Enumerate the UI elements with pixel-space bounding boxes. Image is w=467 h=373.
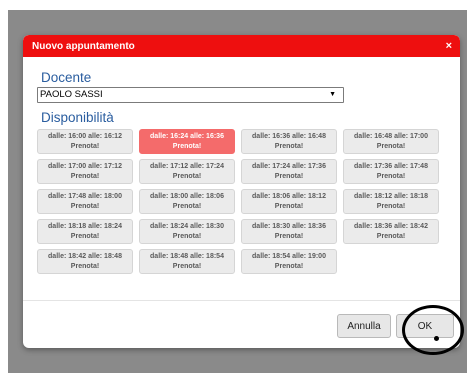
new-appointment-dialog: Nuovo appuntamento × Docente PAOLO SASSI… [23,35,460,348]
slot-action: Prenota! [172,262,202,270]
slot-time: dalle: 16:48 alle: 17:00 [354,133,428,140]
dialog-title-bar: Nuovo appuntamento × [23,35,460,57]
slot-time: dalle: 18:18 alle: 18:24 [48,223,122,230]
slot-action: Prenota! [172,202,202,210]
slot-time: dalle: 17:24 alle: 17:36 [252,163,326,170]
slot-action: Prenota! [376,172,406,180]
slot-action: Prenota! [70,232,100,240]
slot-button[interactable]: dalle: 17:48 alle: 18:00 Prenota! [37,189,133,214]
slot-action: Prenota! [70,202,100,210]
slot-button[interactable]: dalle: 18:30 alle: 18:36 Prenota! [241,219,337,244]
slot-button[interactable]: dalle: 18:24 alle: 18:30 Prenota! [139,219,235,244]
slot-grid: dalle: 16:00 alle: 16:12 Prenota! dalle: 1… [37,129,446,274]
dialog-body: Docente PAOLO SASSI ▼ Disponibilità dall… [23,70,460,274]
slot-button[interactable]: dalle: 17:00 alle: 17:12 Prenota! [37,159,133,184]
slot-time: dalle: 18:48 alle: 18:54 [150,253,224,260]
dropdown-arrow-icon: ▼ [329,91,336,98]
cursor-icon [434,336,439,341]
slot-action: Prenota! [172,172,202,180]
slot-action: Prenota! [172,142,202,150]
slot-action: Prenota! [70,172,100,180]
slot-action: Prenota! [376,142,406,150]
slot-button[interactable]: dalle: 16:36 alle: 16:48 Prenota! [241,129,337,154]
slot-button[interactable]: dalle: 17:12 alle: 17:24 Prenota! [139,159,235,184]
slot-button[interactable]: dalle: 18:36 alle: 18:42 Prenota! [343,219,439,244]
slot-button[interactable]: dalle: 18:12 alle: 18:18 Prenota! [343,189,439,214]
slot-action: Prenota! [70,262,100,270]
docente-select[interactable]: PAOLO SASSI ▼ [37,87,344,103]
slot-time: dalle: 18:54 alle: 19:00 [252,253,326,260]
slot-button[interactable]: dalle: 17:24 alle: 17:36 Prenota! [241,159,337,184]
slot-button[interactable]: dalle: 18:00 alle: 18:06 Prenota! [139,189,235,214]
highlight-circle-annotation [402,305,464,355]
disponibilita-label: Disponibilità [41,110,114,125]
cancel-button[interactable]: Annulla [337,314,391,338]
slot-time: dalle: 18:30 alle: 18:36 [252,223,326,230]
docente-label: Docente [41,70,92,85]
slot-action: Prenota! [274,232,304,240]
slot-time: dalle: 17:00 alle: 17:12 [48,163,122,170]
docente-selected-value: PAOLO SASSI [40,89,103,100]
slot-action: Prenota! [274,172,304,180]
slot-action: Prenota! [274,262,304,270]
slot-button[interactable]: dalle: 18:06 alle: 18:12 Prenota! [241,189,337,214]
close-icon[interactable]: × [446,40,452,52]
slot-button[interactable]: dalle: 18:48 alle: 18:54 Prenota! [139,249,235,274]
slot-button[interactable]: dalle: 16:48 alle: 17:00 Prenota! [343,129,439,154]
slot-action: Prenota! [70,142,100,150]
slot-time: dalle: 18:42 alle: 18:48 [48,253,122,260]
slot-button[interactable]: dalle: 16:24 alle: 16:36 Prenota! [139,129,235,154]
slot-time: dalle: 18:00 alle: 18:06 [150,193,224,200]
slot-time: dalle: 16:36 alle: 16:48 [252,133,326,140]
slot-button[interactable]: dalle: 16:00 alle: 16:12 Prenota! [37,129,133,154]
slot-button[interactable]: dalle: 18:54 alle: 19:00 Prenota! [241,249,337,274]
slot-action: Prenota! [376,202,406,210]
slot-button[interactable]: dalle: 17:36 alle: 17:48 Prenota! [343,159,439,184]
slot-time: dalle: 17:36 alle: 17:48 [354,163,428,170]
dialog-title: Nuovo appuntamento [32,40,135,52]
slot-time: dalle: 17:48 alle: 18:00 [48,193,122,200]
footer-divider [23,300,460,301]
slot-action: Prenota! [274,142,304,150]
slot-time: dalle: 18:12 alle: 18:18 [354,193,428,200]
slot-time: dalle: 18:06 alle: 18:12 [252,193,326,200]
slot-time: dalle: 18:36 alle: 18:42 [354,223,428,230]
slot-time: dalle: 18:24 alle: 18:30 [150,223,224,230]
slot-time: dalle: 16:00 alle: 16:12 [48,133,122,140]
slot-action: Prenota! [376,232,406,240]
slot-action: Prenota! [172,232,202,240]
slot-button[interactable]: dalle: 18:18 alle: 18:24 Prenota! [37,219,133,244]
slot-button[interactable]: dalle: 18:42 alle: 18:48 Prenota! [37,249,133,274]
slot-time: dalle: 17:12 alle: 17:24 [150,163,224,170]
slot-action: Prenota! [274,202,304,210]
slot-time: dalle: 16:24 alle: 16:36 [150,133,224,140]
